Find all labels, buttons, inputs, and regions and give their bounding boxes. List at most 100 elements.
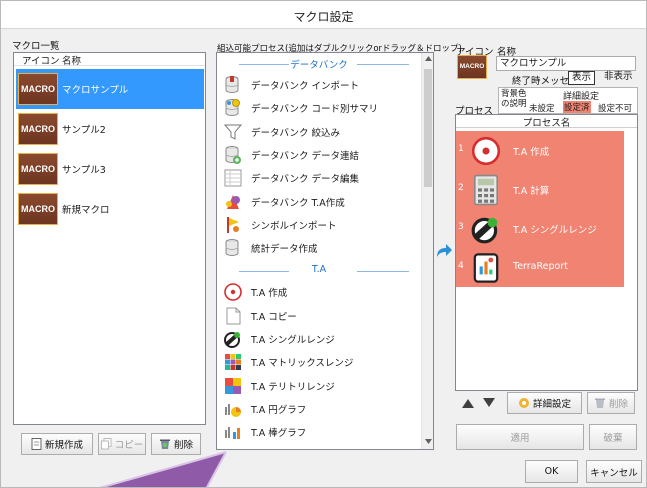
process-item[interactable]: T.A バブルグラフ <box>221 444 421 450</box>
trash-icon-disabled <box>594 398 605 408</box>
process-item-label: T.A 棒グラフ <box>251 428 307 440</box>
annotation-arrow-shape <box>99 451 227 487</box>
step-label: T.A 作成 <box>513 147 550 158</box>
report-icon <box>470 252 502 284</box>
process-item-label: T.A 円グラフ <box>251 404 307 416</box>
process-item[interactable]: T.A シングルレンジ <box>221 327 421 349</box>
process-step-row[interactable]: 1 T.A 作成 <box>456 131 624 170</box>
statistics-icon <box>223 238 243 258</box>
available-process-list[interactable]: データバンクデータバンク インポートデータバンク コード別サマリ データバンク 絞… <box>216 52 434 450</box>
process-step-row[interactable]: 3 T.A シングルレンジ <box>456 209 624 248</box>
process-item[interactable]: T.A 円グラフ <box>221 397 421 419</box>
process-group-header: データバンク <box>217 58 421 71</box>
legend-not-allowed: 設定不可 <box>598 104 633 114</box>
step-number: 2 <box>458 183 464 193</box>
process-item[interactable]: データバンク コード別サマリ <box>221 96 421 118</box>
macro-list-item[interactable]: MACRO 新規マクロ <box>16 189 204 229</box>
macro-name: サンプル2 <box>62 125 106 136</box>
process-item-label: データバンク データ連結 <box>251 150 359 162</box>
ta-bar-chart-icon <box>223 422 243 442</box>
process-item-label: データバンク コード別サマリ <box>251 104 378 116</box>
process-item[interactable]: データバンク 絞込み <box>221 120 421 142</box>
process-item[interactable]: データバンク インポート <box>221 73 421 95</box>
move-down-icon[interactable] <box>483 398 495 408</box>
title-bar: マクロ設定 <box>1 1 646 29</box>
macro-process-list[interactable]: プロセス名 1 T.A 作成 2 T.A 計算 3 T.A シングルレンジ 4 TerraRe… <box>455 114 638 391</box>
databank-ta-icon <box>223 192 243 212</box>
ta-territory-range-icon <box>223 376 243 396</box>
process-item[interactable]: 統計データ作成 <box>221 236 421 258</box>
end-message-hide-toggle[interactable]: 非表示 <box>601 71 636 85</box>
process-step-row[interactable]: 2 T.A 計算 <box>456 170 624 209</box>
ta-copy-icon <box>223 306 243 326</box>
process-item[interactable]: T.A 棒グラフ <box>221 420 421 442</box>
ta-pie-chart-icon <box>223 399 243 419</box>
macro-icon: MACRO <box>18 153 58 185</box>
macro-list-item[interactable]: MACRO マクロサンプル <box>16 69 204 109</box>
scroll-down-icon[interactable] <box>425 439 432 444</box>
process-item[interactable]: T.A テリトリレンジ <box>221 374 421 396</box>
process-item[interactable]: データバンク データ連結 <box>221 143 421 165</box>
process-name-header: プロセス名 <box>456 115 637 129</box>
add-arrow-icon[interactable] <box>434 241 454 261</box>
macro-icon: MACRO <box>18 193 58 225</box>
process-item[interactable]: T.A コピー <box>221 304 421 326</box>
process-item-label: T.A マトリックスレンジ <box>251 358 354 370</box>
scroll-thumb[interactable] <box>424 69 432 187</box>
macro-list-label: マクロ一覧 <box>12 41 60 52</box>
process-list-scrollbar[interactable] <box>421 53 433 449</box>
cancel-button[interactable]: キャンセル <box>586 460 642 483</box>
window-title: マクロ設定 <box>293 10 354 24</box>
macro-name: マクロサンプル <box>62 85 129 96</box>
ta-single-range-icon <box>223 329 243 349</box>
col-name-header: 名称 <box>62 56 82 67</box>
ta-create-icon <box>223 282 243 302</box>
ta-create-icon <box>470 135 502 167</box>
step-label: T.A 計算 <box>513 186 550 197</box>
ta-single-range-icon <box>470 213 502 245</box>
macro-icon-preview[interactable]: MACRO <box>457 55 487 79</box>
macro-list-item[interactable]: MACRO サンプル3 <box>16 149 204 189</box>
process-item[interactable]: T.A 作成 <box>221 280 421 302</box>
process-item-label: データバンク T.A作成 <box>251 197 345 209</box>
legend-set: 設定済 <box>563 101 591 113</box>
apply-button[interactable]: 適用 <box>456 424 584 450</box>
end-message-show-toggle[interactable]: 表示 <box>568 71 596 85</box>
scroll-up-icon[interactable] <box>425 56 432 61</box>
macro-icon: MACRO <box>18 73 58 105</box>
process-item[interactable]: データバンク T.A作成 <box>221 190 421 212</box>
macro-list[interactable]: アイコン 名称 MACRO マクロサンプル MACRO サンプル2 MACRO サンプル3… <box>13 52 206 425</box>
process-item-label: データバンク 絞込み <box>251 127 340 139</box>
ok-button[interactable]: OK <box>525 460 578 483</box>
detail-settings-button[interactable]: 詳細設定 <box>507 392 582 414</box>
process-group-header: T.A <box>217 264 421 277</box>
step-label: TerraReport <box>513 261 568 272</box>
move-up-icon[interactable] <box>462 398 474 408</box>
databank-summary-icon <box>223 98 243 118</box>
process-group-title: データバンク <box>290 60 348 71</box>
calculator-icon <box>470 174 502 206</box>
process-item[interactable]: シンボルインポート <box>221 213 421 235</box>
delete-step-label: 削除 <box>608 399 628 410</box>
macro-name-input[interactable]: マクロサンプル <box>496 56 636 71</box>
col-icon-header: アイコン <box>22 56 60 67</box>
step-number: 1 <box>458 144 464 154</box>
step-number: 3 <box>458 222 464 232</box>
macro-list-item[interactable]: MACRO サンプル2 <box>16 109 204 149</box>
process-group-title: T.A <box>311 264 327 276</box>
process-item-label: T.A コピー <box>251 311 297 323</box>
databank-join-icon <box>223 145 243 165</box>
process-item-label: シンボルインポート <box>251 220 337 232</box>
process-item-label: T.A 作成 <box>251 288 288 300</box>
process-item-label: T.A テリトリレンジ <box>251 381 335 393</box>
process-step-row[interactable]: 4 TerraReport <box>456 248 624 287</box>
process-item-label: 統計データ作成 <box>251 244 318 256</box>
process-item[interactable]: データバンク データ編集 <box>221 166 421 188</box>
bg-desc-label: 背景色の説明 <box>501 89 527 109</box>
delete-step-button[interactable]: 削除 <box>587 392 635 414</box>
macro-name: サンプル3 <box>62 165 106 176</box>
process-item[interactable]: T.A マトリックスレンジ <box>221 350 421 372</box>
discard-button[interactable]: 破棄 <box>589 424 637 450</box>
macro-settings-window: マクロ設定 マクロ一覧 アイコン 名称 MACRO マクロサンプル MACRO サンプ… <box>0 0 647 488</box>
macro-list-header: アイコン 名称 <box>14 53 205 67</box>
